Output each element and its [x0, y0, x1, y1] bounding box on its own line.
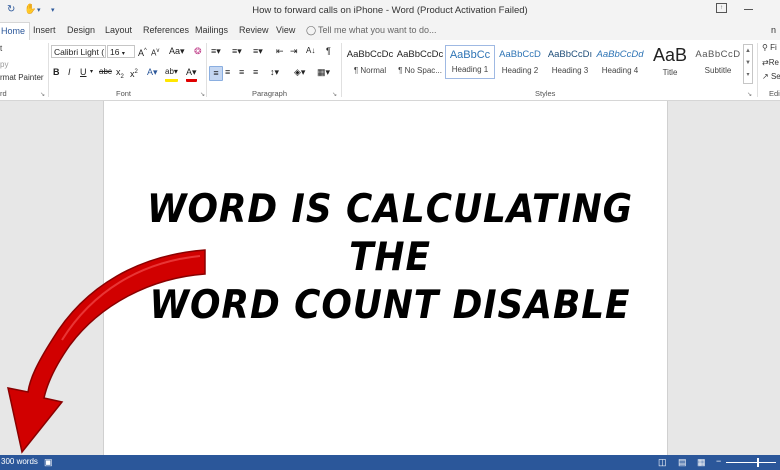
- user-initial[interactable]: n: [771, 25, 776, 35]
- dialog-launcher-icon[interactable]: ↘: [200, 91, 205, 98]
- increase-indent-icon[interactable]: ⇥: [290, 45, 298, 58]
- dialog-launcher-icon[interactable]: ↘: [747, 91, 752, 98]
- dialog-launcher-icon[interactable]: ↘: [40, 91, 45, 98]
- replace-icon: ⇄: [762, 58, 769, 67]
- font-size-combo[interactable]: 16 ▾: [107, 45, 135, 58]
- overlay-headline: WORD IS CALCULATING THE WORD COUNT DISAB…: [123, 186, 657, 330]
- styles-group-label: Styles: [535, 89, 556, 98]
- style-no-spacing[interactable]: AaBbCcDc ¶ No Spac...: [395, 45, 445, 79]
- multilevel-list-icon[interactable]: ≡▾: [253, 45, 263, 58]
- headline-line-1: WORD IS CALCULATING THE: [146, 187, 634, 280]
- tab-view[interactable]: View: [276, 25, 295, 35]
- group-separator: [757, 43, 758, 97]
- status-bar: 300 words ▣ ◫ ▤ ▦ −: [0, 455, 780, 470]
- tab-review[interactable]: Review: [239, 25, 269, 35]
- style-heading-1[interactable]: AaBbCc Heading 1: [445, 45, 495, 79]
- styles-scroll[interactable]: ▲ ▼ ▾: [743, 44, 753, 84]
- line-spacing-icon[interactable]: ↕▾: [270, 66, 279, 79]
- group-separator: [206, 43, 207, 97]
- subscript-button[interactable]: x2: [116, 66, 124, 80]
- numbering-icon[interactable]: ≡▾: [232, 45, 242, 58]
- minimize-icon[interactable]: [744, 9, 753, 10]
- tab-references[interactable]: References: [143, 25, 189, 35]
- align-left-icon[interactable]: ≡: [209, 66, 223, 81]
- window-title: How to forward calls on iPhone - Word (P…: [252, 5, 528, 16]
- group-separator: [341, 43, 342, 97]
- clipboard-group-label: rd: [0, 89, 7, 98]
- zoom-slider[interactable]: [726, 462, 776, 463]
- shrink-font-button[interactable]: Av: [151, 45, 159, 58]
- paragraph-group-label: Paragraph: [252, 89, 288, 98]
- font-name-combo[interactable]: Calibri Light (: [51, 45, 106, 58]
- tab-design[interactable]: Design: [67, 25, 95, 35]
- web-layout-icon[interactable]: ▦: [697, 457, 706, 468]
- select-button[interactable]: ↗ Se: [762, 72, 780, 81]
- print-layout-icon[interactable]: ▤: [678, 457, 687, 468]
- style-normal[interactable]: AaBbCcDc ¶ Normal: [345, 45, 395, 79]
- style-heading-2[interactable]: AaBbCcD Heading 2: [495, 45, 545, 79]
- grow-font-button[interactable]: A^: [138, 45, 147, 58]
- zoom-out-icon[interactable]: −: [716, 456, 721, 466]
- text-effects-button[interactable]: A▾: [147, 66, 158, 79]
- title-bar: ↻ ✋ ▾ ▾ How to forward calls on iPhone -…: [0, 0, 780, 22]
- zoom-slider-thumb[interactable]: [757, 458, 759, 467]
- font-color-button[interactable]: A▾: [186, 66, 197, 82]
- dialog-launcher-icon[interactable]: ↘: [332, 91, 337, 98]
- style-subtitle[interactable]: AaBbCcD Subtitle: [693, 45, 743, 79]
- tab-layout[interactable]: Layout: [105, 25, 132, 35]
- chevron-down-icon[interactable]: ▾: [90, 66, 93, 79]
- ribbon-tabs: Home Insert Design Layout References Mai…: [0, 22, 780, 41]
- word-count[interactable]: 300 words: [1, 457, 38, 466]
- tab-home[interactable]: Home: [0, 22, 31, 40]
- copy-button[interactable]: py: [0, 60, 8, 69]
- underline-button[interactable]: U: [80, 66, 87, 79]
- lightbulb-icon: ◯: [306, 25, 317, 35]
- show-marks-icon[interactable]: ¶: [326, 45, 331, 58]
- editing-group-label: Edi: [769, 89, 780, 98]
- align-center-icon[interactable]: ≡: [225, 66, 230, 79]
- ribbon-options-icon[interactable]: ↑: [716, 3, 727, 13]
- cut-button[interactable]: t: [0, 44, 2, 53]
- tab-insert[interactable]: Insert: [33, 25, 56, 35]
- replace-button[interactable]: ⇄Re: [762, 58, 779, 67]
- format-painter-button[interactable]: rmat Painter: [0, 73, 44, 82]
- headline-line-2: WORD COUNT DISABLE: [149, 283, 631, 328]
- justify-icon[interactable]: ≡: [253, 66, 258, 79]
- ribbon: t py rmat Painter rd ↘ Calibri Light ( 1…: [0, 40, 780, 101]
- style-title[interactable]: AaB Title: [645, 45, 695, 79]
- group-separator: [48, 43, 49, 97]
- decrease-indent-icon[interactable]: ⇤: [276, 45, 284, 58]
- italic-button[interactable]: I: [68, 66, 71, 79]
- align-right-icon[interactable]: ≡: [239, 66, 244, 79]
- style-heading-3[interactable]: AaBbCcDı Heading 3: [545, 45, 595, 79]
- font-group-label: Font: [116, 89, 132, 98]
- style-heading-4[interactable]: AaBbCcDd Heading 4: [595, 45, 645, 79]
- find-button[interactable]: ⚲ Fi: [762, 43, 777, 52]
- clear-formatting-icon[interactable]: ❂: [194, 45, 202, 58]
- proofing-icon[interactable]: ▣: [44, 457, 53, 468]
- tab-mailings[interactable]: Mailings: [195, 25, 228, 35]
- cursor-icon: ↗: [762, 72, 769, 81]
- search-icon: ⚲: [762, 43, 768, 52]
- shading-icon[interactable]: ◈▾: [294, 66, 305, 79]
- superscript-button[interactable]: x2: [130, 66, 138, 79]
- bold-button[interactable]: B: [53, 66, 60, 79]
- bullets-icon[interactable]: ≡▾: [211, 45, 221, 58]
- strikethrough-button[interactable]: abc: [99, 66, 112, 79]
- highlight-button[interactable]: ab▾: [165, 66, 178, 82]
- borders-icon[interactable]: ▦▾: [317, 66, 330, 79]
- sort-icon[interactable]: A↓: [306, 45, 315, 58]
- change-case-button[interactable]: Aa▾: [169, 45, 185, 58]
- read-mode-icon[interactable]: ◫: [658, 457, 667, 468]
- tell-me-input[interactable]: Tell me what you want to do...: [318, 25, 437, 35]
